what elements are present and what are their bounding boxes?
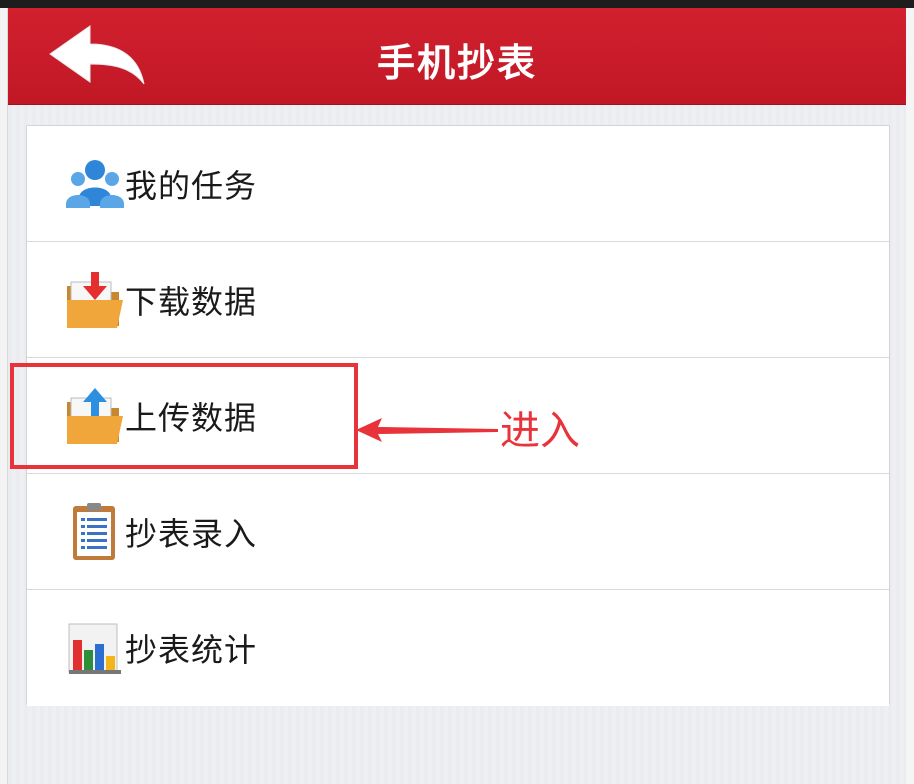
users-icon [66,159,124,208]
menu-item-label: 下载数据 [125,282,258,321]
menu-item-label: 我的任务 [125,166,258,205]
app-screen: 手机抄表 我的任务 下载数据 上传数据 抄表录入 抄表统计 [8,8,906,784]
bar-chart-icon [68,623,121,674]
header-bar: 手机抄表 [8,8,906,105]
menu-item-label: 上传数据 [125,398,258,437]
page-title: 手机抄表 [376,41,537,85]
menu-item-meter-entry[interactable]: 抄表录入 [27,474,889,590]
window-left-border [0,8,8,784]
main-menu: 我的任务 下载数据 上传数据 抄表录入 抄表统计 [26,125,890,706]
menu-item-download-data[interactable]: 下载数据 [27,242,889,358]
folder-download-icon [67,271,123,328]
menu-item-my-tasks[interactable]: 我的任务 [27,126,889,242]
clipboard-icon [73,502,115,560]
menu-item-upload-data[interactable]: 上传数据 [27,358,889,474]
menu-item-label: 抄表录入 [125,514,258,553]
menu-item-label: 抄表统计 [125,631,258,669]
window-right-border [906,8,914,784]
folder-upload-icon [67,387,123,444]
menu-item-meter-statistics[interactable]: 抄表统计 [27,590,889,706]
window-top-border [0,0,914,8]
